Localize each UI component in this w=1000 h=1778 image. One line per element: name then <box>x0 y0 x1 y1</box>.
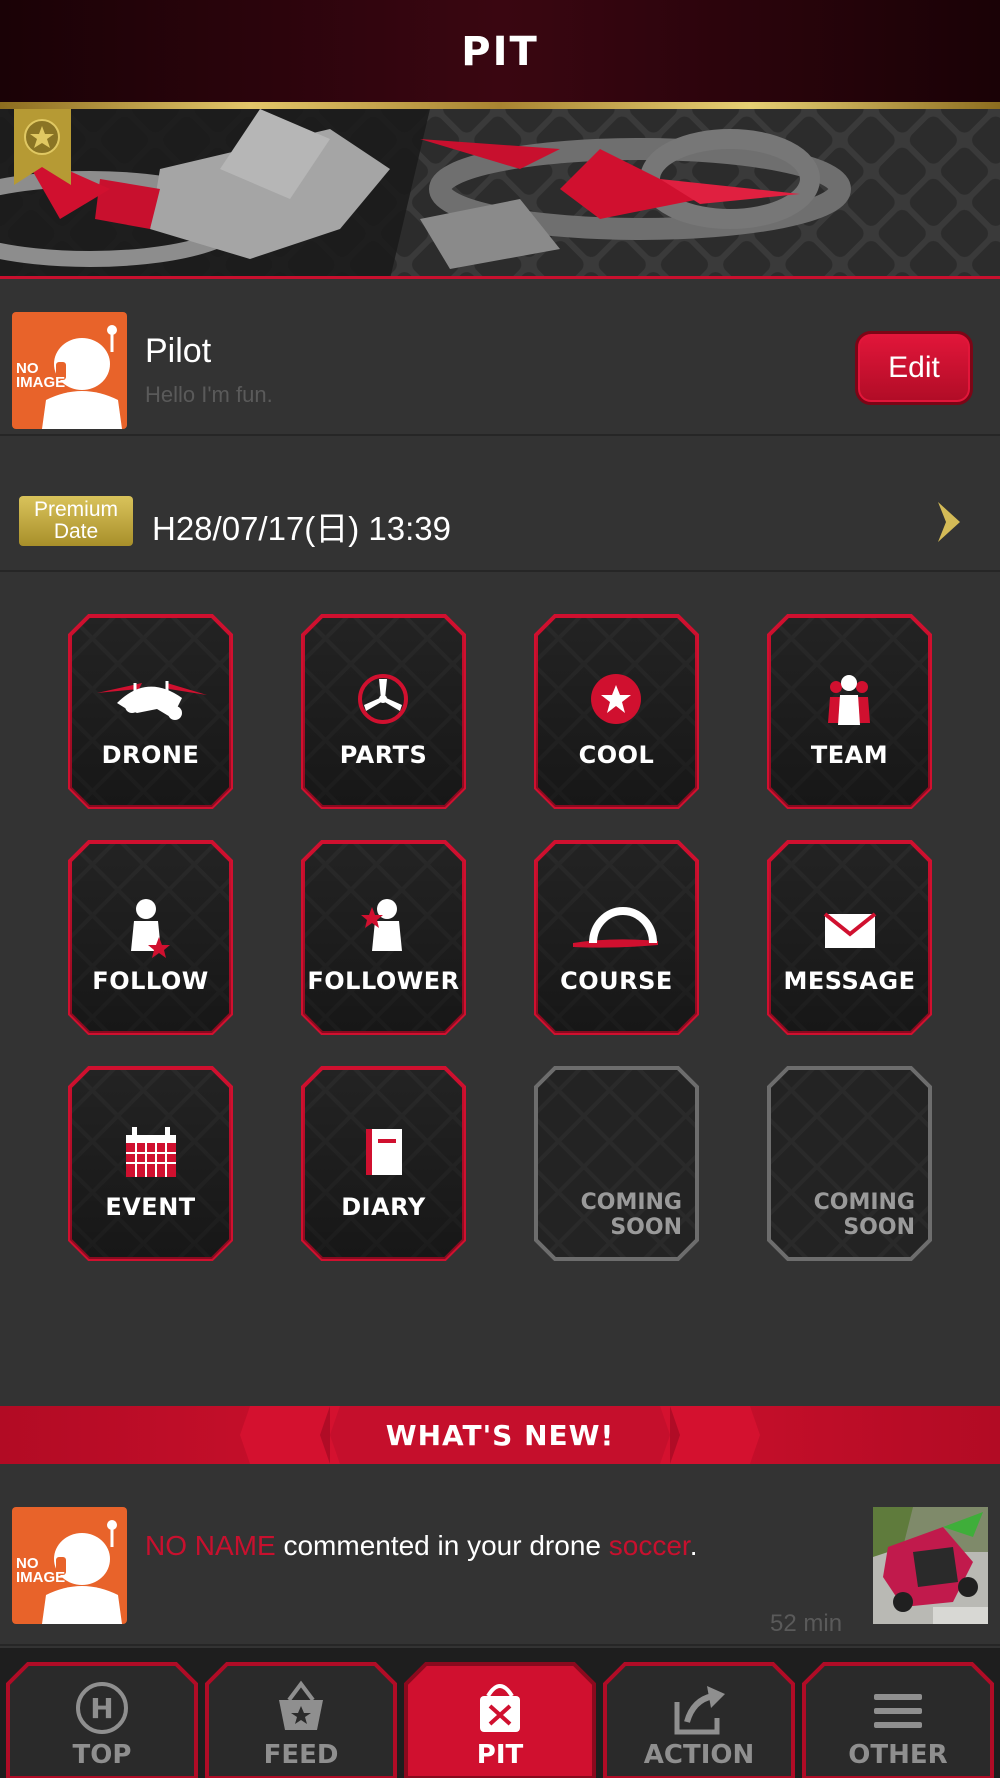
tile-label: MESSAGE <box>783 967 916 995</box>
nav-action[interactable]: ACTION <box>601 1662 797 1778</box>
tile-label: DRONE <box>101 741 200 769</box>
menu-icon <box>874 1694 922 1728</box>
chevron-right-icon[interactable] <box>936 500 962 544</box>
premium-date-value: H28/07/17(日) 13:39 <box>152 510 452 547</box>
tile-event[interactable]: EVENT <box>67 1065 234 1262</box>
tile-label: PARTS <box>339 741 428 769</box>
tile-label: FOLLOW <box>92 967 209 995</box>
tile-follow[interactable]: FOLLOW <box>67 839 234 1036</box>
nav-feed[interactable]: FEED <box>203 1662 399 1778</box>
calendar-icon <box>126 1127 176 1177</box>
nav-label: PIT <box>476 1740 524 1770</box>
news-timestamp: 52 min <box>770 1610 843 1637</box>
nav-top[interactable]: H TOP <box>4 1662 200 1778</box>
coming-soon-label: COMING SOON <box>580 1190 682 1240</box>
nav-label: TOP <box>72 1740 132 1770</box>
tile-label: DIARY <box>341 1193 426 1221</box>
follower-icon <box>361 899 402 951</box>
nav-label: OTHER <box>848 1740 948 1770</box>
tile-coming-soon-2: COMING SOON <box>766 1065 933 1262</box>
avatar[interactable]: NO IMAGE <box>12 312 127 429</box>
premium-date-row[interactable]: Premium Date H28/07/17(日) 13:39 <box>0 436 1000 572</box>
tile-label: COURSE <box>560 967 673 995</box>
follow-icon <box>131 899 170 958</box>
tile-follower[interactable]: FOLLOWER <box>300 839 467 1036</box>
news-thumbnail[interactable] <box>873 1507 988 1624</box>
tile-parts[interactable]: PARTS <box>300 613 467 810</box>
app-header: PIT <box>0 0 1000 104</box>
no-image-label: NO IMAGE <box>16 360 66 391</box>
tile-team[interactable]: TEAM <box>766 613 933 810</box>
team-icon <box>828 675 870 725</box>
profile-banner <box>0 109 1000 279</box>
premium-date-badge: Premium Date <box>19 496 133 546</box>
edit-button[interactable]: Edit <box>855 331 973 405</box>
pilot-bio: Hello I'm fun. <box>145 382 273 407</box>
envelope-icon <box>823 912 877 948</box>
tile-course[interactable]: COURSE <box>533 839 700 1036</box>
divider <box>0 1644 1000 1646</box>
course-icon <box>573 907 658 948</box>
coming-soon-label: COMING SOON <box>813 1190 915 1240</box>
page-title: PIT <box>461 29 539 75</box>
nav-pit[interactable]: PIT <box>402 1662 598 1778</box>
tile-label: EVENT <box>105 1193 196 1221</box>
news-target-link[interactable]: soccer <box>609 1530 690 1561</box>
propeller-icon <box>358 674 408 724</box>
drone-icon <box>97 681 207 720</box>
diary-icon <box>366 1129 402 1175</box>
tile-drone[interactable]: DRONE <box>67 613 234 810</box>
tile-cool[interactable]: COOL <box>533 613 700 810</box>
news-item[interactable]: NO IMAGE NO NAME commented in your drone … <box>0 1464 1000 1644</box>
star-ribbon-icon <box>14 109 71 185</box>
nav-label: FEED <box>263 1740 339 1770</box>
tile-coming-soon-1: COMING SOON <box>533 1065 700 1262</box>
no-image-label: NO IMAGE <box>16 1555 66 1586</box>
tile-label: TEAM <box>810 741 889 769</box>
star-circle-icon <box>591 674 641 724</box>
whats-new-title: WHAT'S NEW! <box>385 1418 615 1452</box>
tile-message[interactable]: MESSAGE <box>766 839 933 1036</box>
tile-diary[interactable]: DIARY <box>300 1065 467 1262</box>
pilot-name: Pilot <box>145 332 212 370</box>
news-text: NO NAME commented in your drone soccer. <box>145 1530 698 1561</box>
avatar[interactable]: NO IMAGE <box>12 1507 127 1624</box>
news-user-link[interactable]: NO NAME <box>145 1530 276 1561</box>
svg-text:H: H <box>90 1692 113 1725</box>
profile-row[interactable]: NO IMAGE Pilot Hello I'm fun. Edit <box>0 282 1000 436</box>
nav-other[interactable]: OTHER <box>800 1662 996 1778</box>
nav-label: ACTION <box>643 1740 755 1770</box>
tile-label: FOLLOWER <box>307 967 460 995</box>
tile-label: COOL <box>578 741 655 769</box>
gold-divider <box>0 102 1000 109</box>
bottom-nav: H TOP FEED PIT ACTION OTHER <box>0 1648 1000 1778</box>
